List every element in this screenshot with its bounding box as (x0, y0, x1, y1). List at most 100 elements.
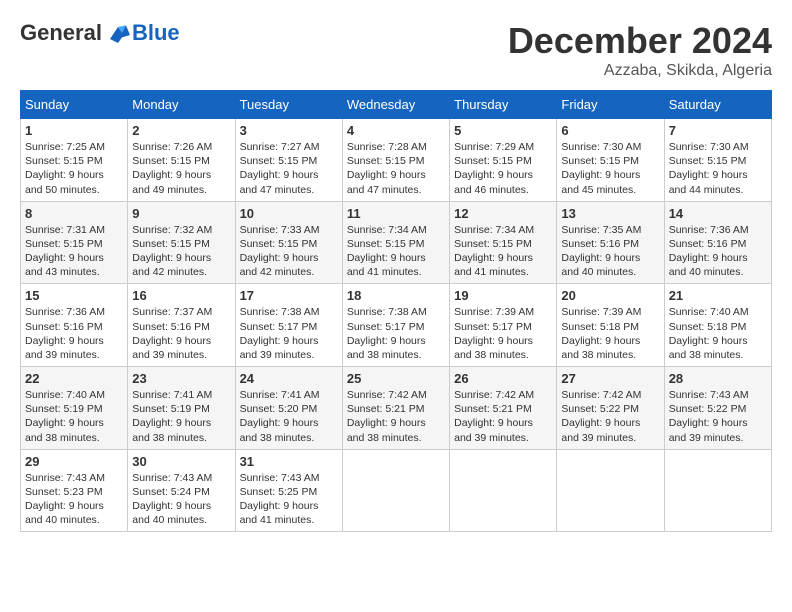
table-row: 29 Sunrise: 7:43 AM Sunset: 5:23 PM Dayli… (21, 449, 128, 532)
table-row: 5 Sunrise: 7:29 AM Sunset: 5:15 PM Daylig… (450, 119, 557, 202)
day-number: 5 (454, 123, 552, 138)
day-info: Sunrise: 7:33 AM Sunset: 5:15 PM Dayligh… (240, 223, 338, 280)
calendar-week-row: 22 Sunrise: 7:40 AM Sunset: 5:19 PM Dayli… (21, 367, 772, 450)
day-number: 26 (454, 371, 552, 386)
table-row: 11Sunrise: 7:34 AM Sunset: 5:15 PM Dayli… (342, 201, 449, 284)
table-row: 12 Sunrise: 7:34 AM Sunset: 5:15 PM Dayli… (450, 201, 557, 284)
day-number: 10 (240, 206, 338, 221)
title-section: December 2024 Azzaba, Skikda, Algeria (508, 20, 772, 80)
header-wednesday: Wednesday (342, 91, 449, 119)
day-info: Sunrise: 7:41 AM Sunset: 5:19 PM Dayligh… (132, 388, 230, 445)
table-row: 25Sunrise: 7:42 AM Sunset: 5:21 PM Dayli… (342, 367, 449, 450)
day-info: Sunrise: 7:31 AM Sunset: 5:15 PM Dayligh… (25, 223, 123, 280)
calendar-week-row: 8Sunrise: 7:31 AM Sunset: 5:15 PM Daylig… (21, 201, 772, 284)
header-friday: Friday (557, 91, 664, 119)
calendar-header: Sunday Monday Tuesday Wednesday Thursday… (21, 91, 772, 119)
location-subtitle: Azzaba, Skikda, Algeria (508, 62, 772, 80)
table-row: 16 Sunrise: 7:37 AM Sunset: 5:16 PM Dayli… (128, 284, 235, 367)
day-number: 18 (347, 288, 445, 303)
day-number: 17 (240, 288, 338, 303)
day-info: Sunrise: 7:36 AM Sunset: 5:16 PM Dayligh… (669, 223, 767, 280)
day-info: Sunrise: 7:40 AM Sunset: 5:18 PM Dayligh… (669, 305, 767, 362)
day-number: 4 (347, 123, 445, 138)
day-info: Sunrise: 7:39 AM Sunset: 5:17 PM Dayligh… (454, 305, 552, 362)
day-info: Sunrise: 7:35 AM Sunset: 5:16 PM Dayligh… (561, 223, 659, 280)
table-row: 1Sunrise: 7:25 AM Sunset: 5:15 PM Daylig… (21, 119, 128, 202)
table-row: 24Sunrise: 7:41 AM Sunset: 5:20 PM Dayli… (235, 367, 342, 450)
header-monday: Monday (128, 91, 235, 119)
table-row: 31 Sunrise: 7:43 AM Sunset: 5:25 PM Dayli… (235, 449, 342, 532)
day-info: Sunrise: 7:42 AM Sunset: 5:22 PM Dayligh… (561, 388, 659, 445)
day-info: Sunrise: 7:28 AM Sunset: 5:15 PM Dayligh… (347, 140, 445, 197)
day-number: 15 (25, 288, 123, 303)
table-row: 18Sunrise: 7:38 AM Sunset: 5:17 PM Dayli… (342, 284, 449, 367)
day-info: Sunrise: 7:43 AM Sunset: 5:23 PM Dayligh… (25, 471, 123, 528)
table-row: 26Sunrise: 7:42 AM Sunset: 5:21 PM Dayli… (450, 367, 557, 450)
table-row: 2Sunrise: 7:26 AM Sunset: 5:15 PM Daylig… (128, 119, 235, 202)
table-row: 10 Sunrise: 7:33 AM Sunset: 5:15 PM Dayli… (235, 201, 342, 284)
day-info: Sunrise: 7:43 AM Sunset: 5:25 PM Dayligh… (240, 471, 338, 528)
day-number: 9 (132, 206, 230, 221)
day-number: 31 (240, 454, 338, 469)
day-number: 24 (240, 371, 338, 386)
day-number: 12 (454, 206, 552, 221)
table-row: 27 Sunrise: 7:42 AM Sunset: 5:22 PM Dayli… (557, 367, 664, 450)
day-info: Sunrise: 7:37 AM Sunset: 5:16 PM Dayligh… (132, 305, 230, 362)
table-row (342, 449, 449, 532)
table-row: 8Sunrise: 7:31 AM Sunset: 5:15 PM Daylig… (21, 201, 128, 284)
day-info: Sunrise: 7:32 AM Sunset: 5:15 PM Dayligh… (132, 223, 230, 280)
day-number: 1 (25, 123, 123, 138)
day-number: 30 (132, 454, 230, 469)
day-number: 21 (669, 288, 767, 303)
header-thursday: Thursday (450, 91, 557, 119)
table-row: 6Sunrise: 7:30 AM Sunset: 5:15 PM Daylig… (557, 119, 664, 202)
calendar-body: 1Sunrise: 7:25 AM Sunset: 5:15 PM Daylig… (21, 119, 772, 532)
calendar-week-row: 29 Sunrise: 7:43 AM Sunset: 5:23 PM Dayli… (21, 449, 772, 532)
table-row (557, 449, 664, 532)
day-info: Sunrise: 7:39 AM Sunset: 5:18 PM Dayligh… (561, 305, 659, 362)
header-sunday: Sunday (21, 91, 128, 119)
header-saturday: Saturday (664, 91, 771, 119)
day-info: Sunrise: 7:29 AM Sunset: 5:15 PM Dayligh… (454, 140, 552, 197)
table-row: 13 Sunrise: 7:35 AM Sunset: 5:16 PM Dayli… (557, 201, 664, 284)
day-number: 14 (669, 206, 767, 221)
day-info: Sunrise: 7:43 AM Sunset: 5:24 PM Dayligh… (132, 471, 230, 528)
table-row (664, 449, 771, 532)
day-number: 27 (561, 371, 659, 386)
day-number: 29 (25, 454, 123, 469)
table-row: 19Sunrise: 7:39 AM Sunset: 5:17 PM Dayli… (450, 284, 557, 367)
table-row: 22 Sunrise: 7:40 AM Sunset: 5:19 PM Dayli… (21, 367, 128, 450)
day-info: Sunrise: 7:38 AM Sunset: 5:17 PM Dayligh… (240, 305, 338, 362)
table-row: 23 Sunrise: 7:41 AM Sunset: 5:19 PM Dayli… (128, 367, 235, 450)
calendar-week-row: 15 Sunrise: 7:36 AM Sunset: 5:16 PM Dayli… (21, 284, 772, 367)
table-row: 30 Sunrise: 7:43 AM Sunset: 5:24 PM Dayli… (128, 449, 235, 532)
day-number: 22 (25, 371, 123, 386)
header-tuesday: Tuesday (235, 91, 342, 119)
month-year-title: December 2024 (508, 20, 772, 62)
day-info: Sunrise: 7:43 AM Sunset: 5:22 PM Dayligh… (669, 388, 767, 445)
day-info: Sunrise: 7:30 AM Sunset: 5:15 PM Dayligh… (669, 140, 767, 197)
day-info: Sunrise: 7:42 AM Sunset: 5:21 PM Dayligh… (347, 388, 445, 445)
table-row: 9 Sunrise: 7:32 AM Sunset: 5:15 PM Daylig… (128, 201, 235, 284)
table-row: 7Sunrise: 7:30 AM Sunset: 5:15 PM Daylig… (664, 119, 771, 202)
day-info: Sunrise: 7:27 AM Sunset: 5:15 PM Dayligh… (240, 140, 338, 197)
table-row: 4 Sunrise: 7:28 AM Sunset: 5:15 PM Daylig… (342, 119, 449, 202)
day-number: 16 (132, 288, 230, 303)
logo-bird-icon (106, 21, 130, 45)
day-number: 23 (132, 371, 230, 386)
day-info: Sunrise: 7:34 AM Sunset: 5:15 PM Dayligh… (454, 223, 552, 280)
header-row: Sunday Monday Tuesday Wednesday Thursday… (21, 91, 772, 119)
day-info: Sunrise: 7:40 AM Sunset: 5:19 PM Dayligh… (25, 388, 123, 445)
day-info: Sunrise: 7:30 AM Sunset: 5:15 PM Dayligh… (561, 140, 659, 197)
calendar-table: Sunday Monday Tuesday Wednesday Thursday… (20, 90, 772, 532)
page-header: General Blue December 2024 Azzaba, Skikd… (20, 20, 772, 80)
table-row: 28 Sunrise: 7:43 AM Sunset: 5:22 PM Dayli… (664, 367, 771, 450)
day-info: Sunrise: 7:36 AM Sunset: 5:16 PM Dayligh… (25, 305, 123, 362)
day-number: 13 (561, 206, 659, 221)
calendar-week-row: 1Sunrise: 7:25 AM Sunset: 5:15 PM Daylig… (21, 119, 772, 202)
table-row: 14 Sunrise: 7:36 AM Sunset: 5:16 PM Dayli… (664, 201, 771, 284)
day-number: 11 (347, 206, 445, 221)
table-row: 20Sunrise: 7:39 AM Sunset: 5:18 PM Dayli… (557, 284, 664, 367)
day-number: 28 (669, 371, 767, 386)
table-row (450, 449, 557, 532)
